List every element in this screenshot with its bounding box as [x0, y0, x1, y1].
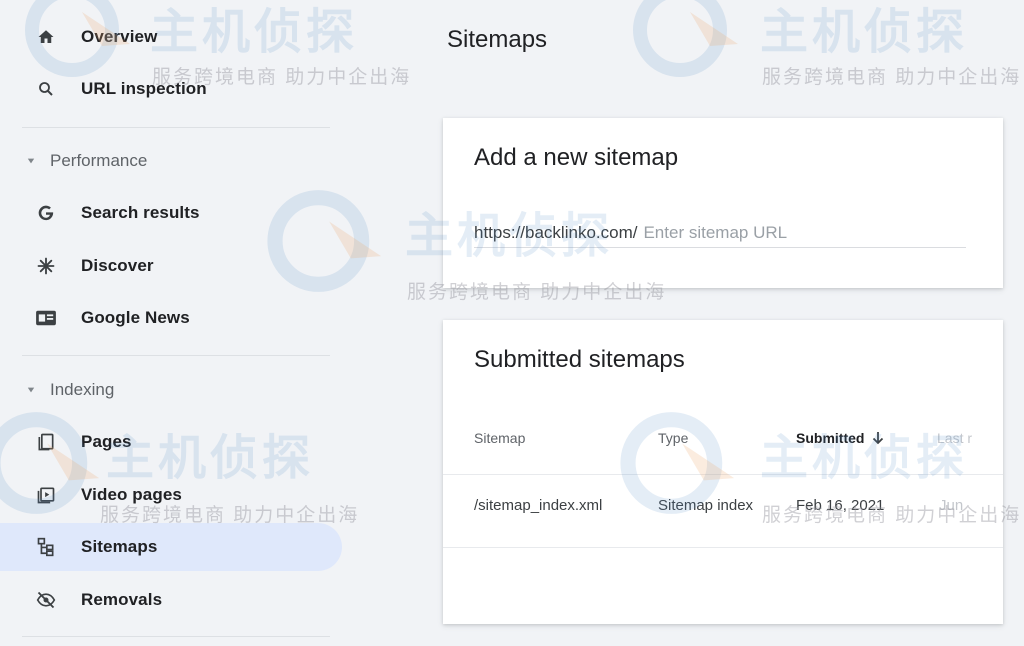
sidebar-item-video-pages[interactable]: Video pages	[0, 471, 342, 519]
sidebar-item-label: Video pages	[81, 485, 182, 504]
column-header-type[interactable]: Type	[658, 430, 688, 446]
add-sitemap-card: Add a new sitemap https://backlinko.com/	[443, 118, 1003, 288]
sidebar-item-label: Pages	[81, 432, 132, 451]
pages-icon	[34, 430, 58, 454]
video-pages-icon	[34, 483, 58, 507]
google-g-icon	[34, 201, 58, 225]
cell-type: Sitemap index	[658, 497, 754, 514]
sidebar-item-overview[interactable]: Overview	[0, 13, 342, 61]
news-icon	[34, 306, 58, 330]
sidebar: Overview URL inspection Performance Sear…	[0, 0, 345, 646]
section-label: Indexing	[50, 380, 115, 399]
sidebar-item-pages[interactable]: Pages	[0, 418, 342, 466]
cell-submitted: Feb 16, 2021	[796, 497, 885, 514]
sidebar-divider	[22, 355, 330, 356]
section-label: Performance	[50, 151, 148, 170]
search-icon	[34, 77, 58, 101]
sort-arrow-down-icon	[872, 431, 884, 445]
watermark-tagline: 服务跨境电商 助力中企出海	[762, 67, 1022, 88]
url-prefix: https://backlinko.com/	[474, 222, 638, 242]
sitemap-url-input[interactable]	[643, 222, 924, 243]
asterisk-icon	[34, 254, 58, 278]
sidebar-item-removals[interactable]: Removals	[0, 576, 342, 624]
caret-down-icon	[26, 156, 36, 166]
sitemap-icon	[34, 535, 58, 559]
column-header-submitted[interactable]: Submitted	[796, 430, 884, 446]
page-title: Sitemaps	[447, 26, 548, 53]
sidebar-item-sitemaps[interactable]: Sitemaps	[0, 523, 342, 571]
sitemap-url-row: https://backlinko.com/	[474, 218, 966, 248]
sidebar-item-label: URL inspection	[81, 79, 207, 98]
home-icon	[34, 25, 58, 49]
sidebar-item-discover[interactable]: Discover	[0, 242, 342, 290]
table-divider	[443, 474, 1003, 475]
sidebar-item-search-results[interactable]: Search results	[0, 189, 342, 237]
section-performance[interactable]: Performance	[0, 141, 330, 181]
sidebar-item-label: Removals	[81, 590, 163, 609]
sidebar-item-label: Search results	[81, 203, 200, 222]
sidebar-item-label: Overview	[81, 27, 158, 46]
card-title: Add a new sitemap	[474, 144, 679, 171]
card-title: Submitted sitemaps	[474, 346, 685, 373]
sidebar-item-google-news[interactable]: Google News	[0, 294, 342, 342]
removals-icon	[34, 588, 58, 612]
sidebar-item-label: Google News	[81, 308, 190, 327]
section-indexing[interactable]: Indexing	[0, 370, 330, 410]
caret-down-icon	[26, 385, 36, 395]
sidebar-divider	[22, 636, 330, 637]
column-header-last-read[interactable]: Last r	[937, 430, 972, 446]
watermark-logo-icon	[628, 0, 748, 78]
sidebar-item-url-inspection[interactable]: URL inspection	[0, 65, 342, 113]
submitted-sitemaps-card: Submitted sitemaps Sitemap Type Submitte…	[443, 320, 1003, 624]
sidebar-item-label: Sitemaps	[81, 537, 158, 556]
cell-last-read: Jun	[939, 497, 964, 514]
column-header-label: Submitted	[796, 430, 865, 446]
watermark-brand: 主机侦探	[760, 6, 969, 59]
column-header-sitemap[interactable]: Sitemap	[474, 430, 525, 446]
sidebar-item-label: Discover	[81, 256, 154, 275]
sidebar-divider	[22, 127, 330, 128]
cell-sitemap: /sitemap_index.xml	[474, 497, 603, 514]
table-divider	[443, 547, 1003, 548]
